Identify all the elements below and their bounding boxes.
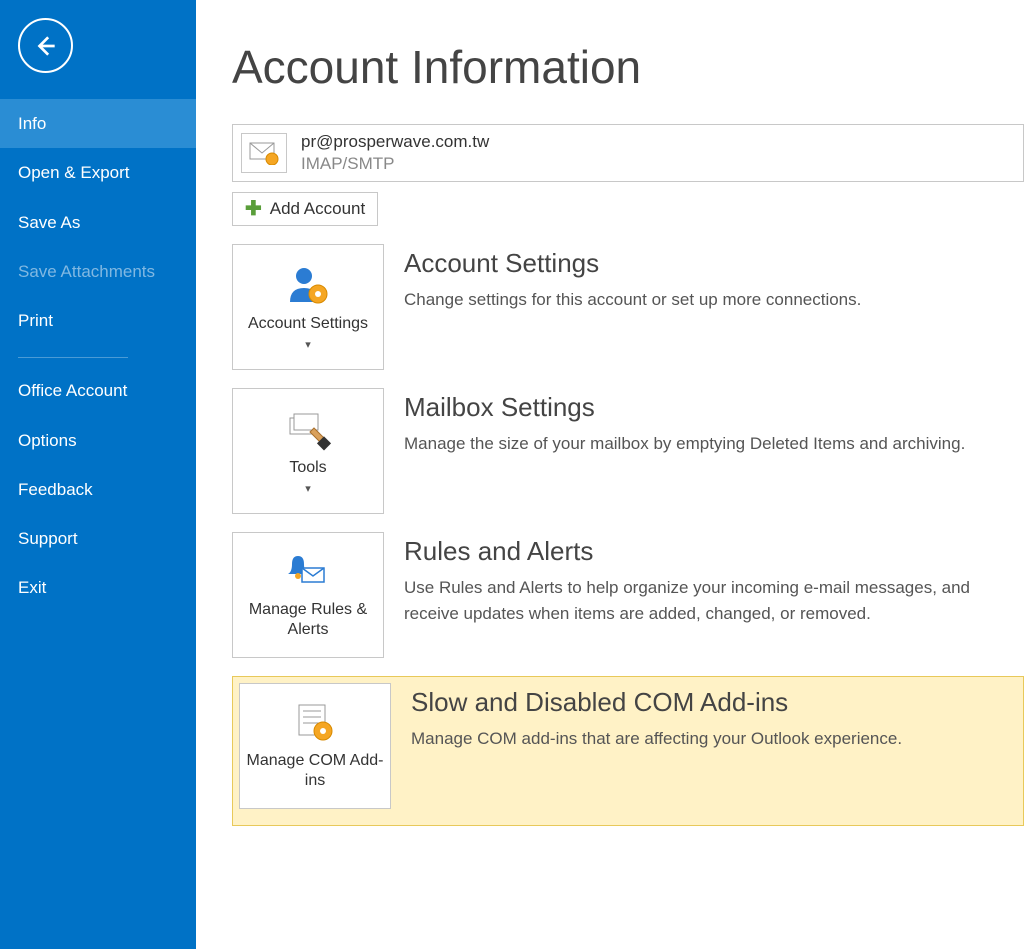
sidebar-item-office-account[interactable]: Office Account <box>0 366 196 415</box>
rules-alerts-icon <box>284 550 332 594</box>
account-protocol: IMAP/SMTP <box>301 154 489 174</box>
main-content: Account Information pr@prosperwave.com.t… <box>196 0 1024 949</box>
page-title: Account Information <box>232 40 1024 94</box>
section-rules-alerts: Manage Rules & Alerts Rules and Alerts U… <box>232 532 1024 658</box>
section-desc: Manage the size of your mailbox by empty… <box>404 431 1024 457</box>
sidebar-label: Info <box>18 114 46 133</box>
section-desc: Use Rules and Alerts to help organize yo… <box>404 575 1024 626</box>
section-title: Rules and Alerts <box>404 536 1024 567</box>
sidebar-label: Options <box>18 431 77 450</box>
sidebar-item-info[interactable]: Info <box>0 99 196 148</box>
manage-rules-alerts-button[interactable]: Manage Rules & Alerts <box>232 532 384 658</box>
sidebar-item-save-attachments: Save Attachments <box>0 247 196 296</box>
chevron-down-icon: ▾ <box>305 338 311 351</box>
tools-button[interactable]: Tools ▾ <box>232 388 384 514</box>
account-selector[interactable]: pr@prosperwave.com.tw IMAP/SMTP <box>232 124 1024 182</box>
sidebar-label: Open & Export <box>18 163 130 182</box>
sidebar-item-open-export[interactable]: Open & Export <box>0 148 196 197</box>
sidebar-label: Exit <box>18 578 46 597</box>
section-title: Slow and Disabled COM Add-ins <box>411 687 1017 718</box>
backstage-sidebar: Info Open & Export Save As Save Attachme… <box>0 0 196 949</box>
section-mailbox-settings: Tools ▾ Mailbox Settings Manage the size… <box>232 388 1024 514</box>
person-gear-icon <box>284 264 332 308</box>
section-account-settings: Account Settings ▾ Account Settings Chan… <box>232 244 1024 370</box>
arrow-left-icon <box>33 33 59 59</box>
button-label: Tools <box>289 458 326 478</box>
sidebar-item-feedback[interactable]: Feedback <box>0 465 196 514</box>
section-desc: Manage COM add-ins that are affecting yo… <box>411 726 1017 752</box>
button-label: Manage Rules & Alerts <box>239 600 377 640</box>
chevron-down-icon: ▾ <box>305 482 311 495</box>
section-title: Mailbox Settings <box>404 392 1024 423</box>
sidebar-item-options[interactable]: Options <box>0 416 196 465</box>
add-account-label: Add Account <box>270 199 365 219</box>
addins-gear-icon <box>291 701 339 745</box>
sidebar-divider <box>18 357 128 358</box>
manage-com-addins-button[interactable]: Manage COM Add-ins <box>239 683 391 809</box>
sidebar-item-print[interactable]: Print <box>0 296 196 345</box>
sidebar-label: Support <box>18 529 78 548</box>
button-label: Account Settings <box>248 314 368 334</box>
mail-account-icon <box>241 133 287 173</box>
button-label: Manage COM Add-ins <box>246 751 384 791</box>
add-account-button[interactable]: ✚ Add Account <box>232 192 378 226</box>
sidebar-item-save-as[interactable]: Save As <box>0 198 196 247</box>
sidebar-label: Save Attachments <box>18 262 155 281</box>
plus-icon: ✚ <box>245 199 262 219</box>
account-email: pr@prosperwave.com.tw <box>301 132 489 152</box>
sidebar-label: Save As <box>18 213 80 232</box>
sidebar-label: Feedback <box>18 480 93 499</box>
section-com-addins: Manage COM Add-ins Slow and Disabled COM… <box>232 676 1024 826</box>
section-title: Account Settings <box>404 248 1024 279</box>
sidebar-item-exit[interactable]: Exit <box>0 563 196 612</box>
sidebar-label: Office Account <box>18 381 127 400</box>
account-settings-button[interactable]: Account Settings ▾ <box>232 244 384 370</box>
back-button[interactable] <box>18 18 73 73</box>
sidebar-label: Print <box>18 311 53 330</box>
cleanup-tools-icon <box>284 408 332 452</box>
section-desc: Change settings for this account or set … <box>404 287 1024 313</box>
sidebar-item-support[interactable]: Support <box>0 514 196 563</box>
